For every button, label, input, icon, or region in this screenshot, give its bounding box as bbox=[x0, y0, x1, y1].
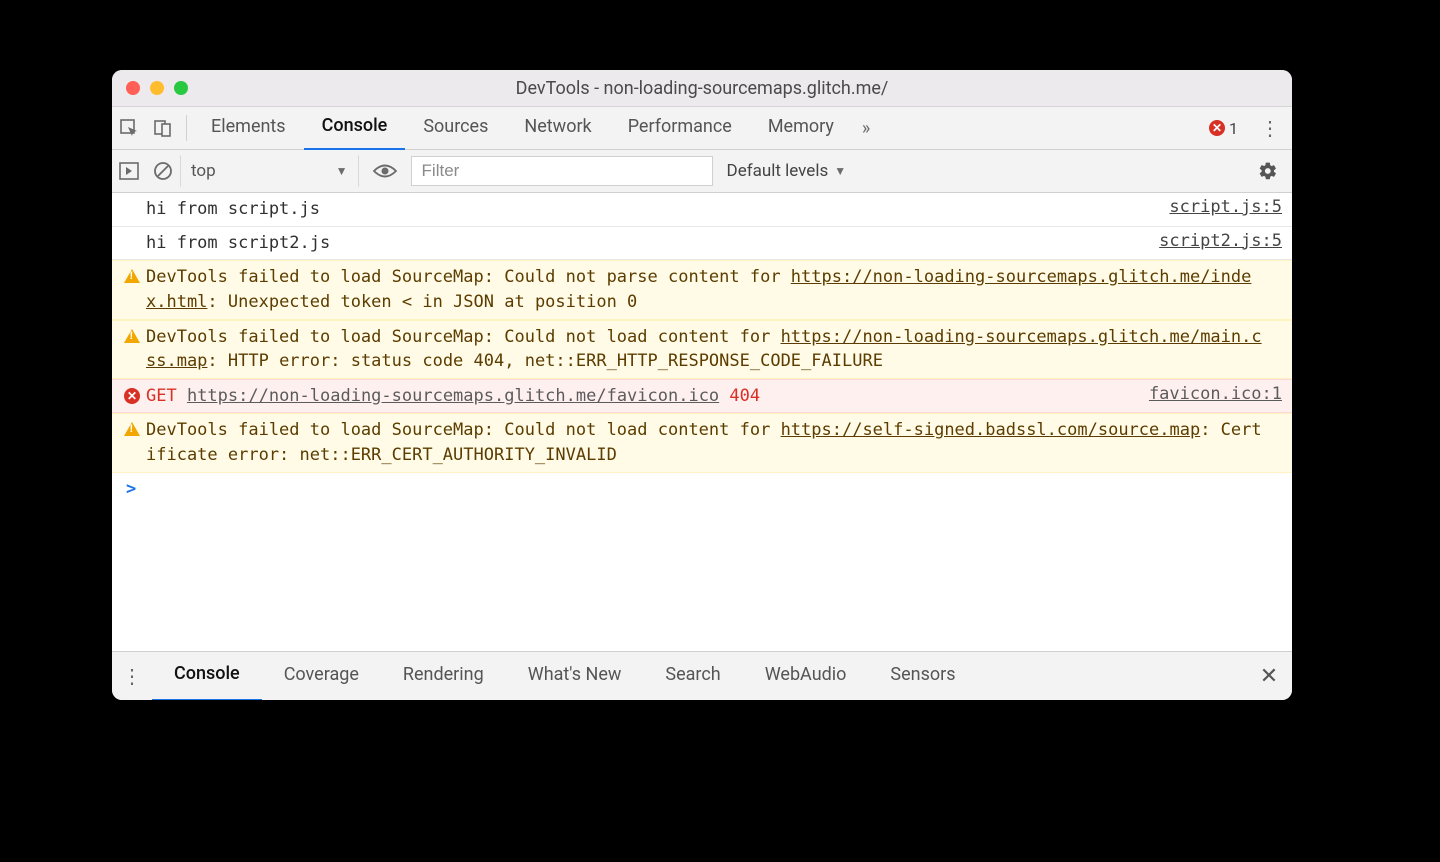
levels-label: Default levels bbox=[727, 161, 829, 181]
prompt-chevron-icon: > bbox=[122, 479, 136, 499]
overflow-tabs-button[interactable]: » bbox=[852, 118, 880, 139]
titlebar: DevTools - non-loading-sourcemaps.glitch… bbox=[112, 70, 1292, 107]
drawer-tab-webaudio[interactable]: WebAudio bbox=[743, 651, 869, 699]
drawer: ⋮ ConsoleCoverageRenderingWhat's NewSear… bbox=[112, 651, 1292, 700]
zoom-window-button[interactable] bbox=[174, 81, 188, 95]
drawer-menu-button[interactable]: ⋮ bbox=[112, 664, 152, 688]
tab-network[interactable]: Network bbox=[506, 106, 609, 148]
warning-icon bbox=[124, 422, 140, 436]
console-err-row: ✕ GET https://non-loading-sourcemaps.glit… bbox=[112, 379, 1292, 414]
main-tabs: ElementsConsoleSourcesNetworkPerformance… bbox=[193, 106, 852, 151]
drawer-tab-rendering[interactable]: Rendering bbox=[381, 651, 506, 699]
separator bbox=[186, 115, 187, 141]
drawer-tab-coverage[interactable]: Coverage bbox=[262, 651, 381, 699]
live-expressions-icon[interactable] bbox=[359, 163, 411, 179]
warning-icon bbox=[124, 329, 140, 343]
console-warn-row: DevTools failed to load SourceMap: Could… bbox=[112, 413, 1292, 472]
error-count-badge[interactable]: ✕ 1 bbox=[1199, 119, 1248, 138]
message-link[interactable]: https://non-loading-sourcemaps.glitch.me… bbox=[146, 267, 1251, 312]
console-warn-row: DevTools failed to load SourceMap: Could… bbox=[112, 320, 1292, 379]
error-icon: ✕ bbox=[124, 388, 140, 404]
console-toolbar: top ▼ Default levels ▼ bbox=[112, 150, 1292, 193]
log-levels-select[interactable]: Default levels ▼ bbox=[713, 161, 861, 181]
error-icon: ✕ bbox=[1209, 120, 1225, 136]
console-settings-icon[interactable] bbox=[1244, 161, 1292, 181]
drawer-tab-sensors[interactable]: Sensors bbox=[868, 651, 977, 699]
main-toolbar: ElementsConsoleSourcesNetworkPerformance… bbox=[112, 107, 1292, 150]
settings-menu-button[interactable]: ⋮ bbox=[1248, 116, 1292, 140]
close-window-button[interactable] bbox=[126, 81, 140, 95]
inspect-element-icon[interactable] bbox=[112, 107, 146, 149]
drawer-tab-console[interactable]: Console bbox=[152, 651, 262, 701]
filter-input[interactable] bbox=[411, 156, 713, 186]
console-warn-row: DevTools failed to load SourceMap: Could… bbox=[112, 260, 1292, 319]
message-source[interactable]: script2.js:5 bbox=[1145, 231, 1282, 251]
tab-sources[interactable]: Sources bbox=[405, 106, 506, 148]
message-text: DevTools failed to load SourceMap: Could… bbox=[146, 325, 1268, 374]
console-log-row: hi from script.jsscript.js:5 bbox=[112, 193, 1292, 227]
error-count: 1 bbox=[1229, 119, 1238, 138]
clear-console-icon[interactable] bbox=[146, 161, 180, 181]
message-source[interactable]: script.js:5 bbox=[1155, 197, 1282, 217]
message-text: DevTools failed to load SourceMap: Could… bbox=[146, 265, 1268, 314]
chevron-down-icon: ▼ bbox=[336, 164, 348, 178]
drawer-tab-search[interactable]: Search bbox=[643, 651, 742, 699]
console-prompt[interactable]: > bbox=[112, 473, 1292, 505]
console-log-row: hi from script2.jsscript2.js:5 bbox=[112, 227, 1292, 261]
message-link[interactable]: https://non-loading-sourcemaps.glitch.me… bbox=[146, 327, 1262, 372]
traffic-lights bbox=[112, 81, 188, 95]
message-link[interactable]: https://self-signed.badssl.com/source.ma… bbox=[781, 420, 1201, 440]
message-text: DevTools failed to load SourceMap: Could… bbox=[146, 418, 1268, 467]
chevron-down-icon: ▼ bbox=[834, 164, 846, 178]
message-text: hi from script.js bbox=[146, 197, 1155, 222]
tab-performance[interactable]: Performance bbox=[610, 106, 750, 148]
context-label: top bbox=[191, 161, 216, 181]
tab-elements[interactable]: Elements bbox=[193, 106, 304, 148]
execution-context-select[interactable]: top ▼ bbox=[180, 155, 359, 187]
toggle-sidebar-icon[interactable] bbox=[112, 162, 146, 180]
minimize-window-button[interactable] bbox=[150, 81, 164, 95]
drawer-tabs: ConsoleCoverageRenderingWhat's NewSearch… bbox=[152, 651, 978, 701]
tab-console[interactable]: Console bbox=[304, 106, 406, 151]
window-title: DevTools - non-loading-sourcemaps.glitch… bbox=[112, 78, 1292, 99]
device-toolbar-icon[interactable] bbox=[146, 107, 180, 149]
warning-icon bbox=[124, 269, 140, 283]
console-messages: hi from script.jsscript.js:5hi from scri… bbox=[112, 193, 1292, 651]
tab-memory[interactable]: Memory bbox=[750, 106, 852, 148]
devtools-window: DevTools - non-loading-sourcemaps.glitch… bbox=[112, 70, 1292, 700]
message-text: GET https://non-loading-sourcemaps.glitc… bbox=[146, 384, 1135, 409]
message-text: hi from script2.js bbox=[146, 231, 1145, 256]
close-drawer-button[interactable]: ✕ bbox=[1246, 664, 1292, 689]
drawer-tab-what-s-new[interactable]: What's New bbox=[506, 651, 644, 699]
message-link[interactable]: https://non-loading-sourcemaps.glitch.me… bbox=[187, 386, 719, 406]
message-source[interactable]: favicon.ico:1 bbox=[1135, 384, 1282, 404]
